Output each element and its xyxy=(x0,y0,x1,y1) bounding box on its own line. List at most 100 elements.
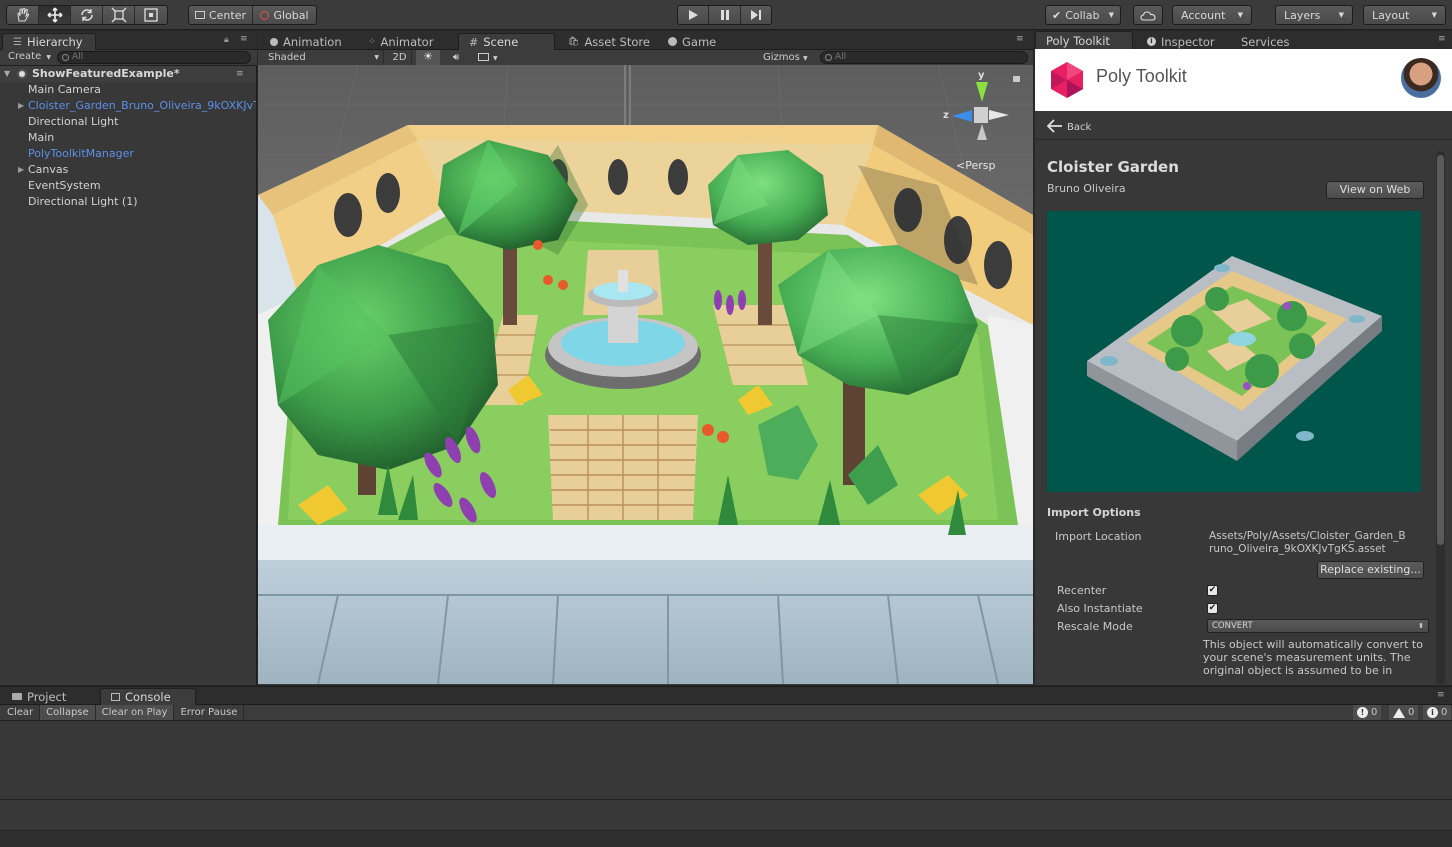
view-on-web-button[interactable]: View on Web xyxy=(1326,181,1424,199)
tab-inspector[interactable]: i Inspector xyxy=(1137,33,1225,50)
also-instantiate-checkbox[interactable]: ✔ xyxy=(1207,603,1218,614)
hierarchy-item[interactable]: Main xyxy=(0,130,256,146)
clear-on-play-toggle[interactable]: Clear on Play xyxy=(95,705,175,720)
panel-menu-icon[interactable]: ≡ xyxy=(240,34,248,44)
also-instantiate-label: Also Instantiate xyxy=(1057,602,1143,615)
console-log-area[interactable] xyxy=(0,722,1452,799)
hierarchy-item[interactable]: Main Camera xyxy=(0,82,256,98)
pivot-mode-button[interactable]: Center xyxy=(189,6,253,24)
pause-button[interactable] xyxy=(709,6,741,24)
scene-root-row[interactable]: ▼ ShowFeaturedExample* ≡ xyxy=(0,66,256,82)
layout-dropdown[interactable]: Layout ▼ xyxy=(1363,5,1446,25)
chevron-down-icon: ▼ xyxy=(1431,11,1437,19)
tab-asset-store[interactable]: 🛍︎ Asset Store xyxy=(558,33,660,50)
effects-dropdown[interactable]: ▼ xyxy=(472,50,504,65)
warning-count-toggle[interactable]: 0 xyxy=(1389,705,1419,720)
hierarchy-item[interactable]: PolyToolkitManager xyxy=(0,146,256,162)
tab-project[interactable]: Project xyxy=(2,688,76,705)
collab-dropdown[interactable]: ✔ Collab ▼ xyxy=(1045,5,1121,25)
recenter-checkbox[interactable]: ✔ xyxy=(1207,585,1218,596)
rotate-tool-button[interactable] xyxy=(71,6,103,24)
create-dropdown[interactable]: Create ▼ xyxy=(8,51,51,62)
tab-poly-toolkit[interactable]: Poly Toolkit xyxy=(1035,31,1133,49)
cloud-button[interactable] xyxy=(1133,5,1163,25)
gizmo-y-axis-icon[interactable] xyxy=(976,82,988,102)
layers-dropdown[interactable]: Layers ▼ xyxy=(1275,5,1353,25)
image-icon xyxy=(478,53,490,61)
cloud-icon xyxy=(1140,10,1156,21)
step-button[interactable] xyxy=(741,6,771,24)
expand-triangle-icon[interactable]: ▶ xyxy=(18,162,24,178)
chevron-down-icon: ▼ xyxy=(1237,11,1243,19)
scene-viewport[interactable]: y z <Persp xyxy=(258,65,1033,684)
hierarchy-item[interactable]: ▶ Cloister_Garden_Bruno_Oliveira_9kOXKJvT… xyxy=(0,98,256,114)
panel-menu-icon[interactable]: ≡ xyxy=(1438,34,1446,44)
bottom-tabbar: Project Console ≡ xyxy=(0,687,1452,705)
2d-toggle[interactable]: 2D xyxy=(388,50,412,65)
hierarchy-item[interactable]: EventSystem xyxy=(0,178,256,194)
tab-game[interactable]: Game xyxy=(658,33,726,50)
import-location-value-line2: runo_Oliveira_9kOXKJvTgKS.asset xyxy=(1209,543,1386,555)
hierarchy-search-input[interactable]: All xyxy=(57,51,251,64)
tab-scene[interactable]: # Scene xyxy=(458,33,555,50)
tab-animation[interactable]: Animation xyxy=(260,33,352,50)
expand-triangle-icon[interactable]: ▼ xyxy=(4,66,10,82)
hierarchy-item[interactable]: Directional Light (1) xyxy=(0,194,256,210)
user-avatar[interactable] xyxy=(1401,58,1441,98)
chevron-down-icon: ▼ xyxy=(374,54,379,61)
poly-brand-title: Poly Toolkit xyxy=(1096,66,1187,86)
hand-tool-button[interactable] xyxy=(7,6,39,24)
panel-menu-icon[interactable]: ≡ xyxy=(1437,690,1445,700)
gizmo-lock-icon[interactable] xyxy=(1013,76,1020,82)
hierarchy-item[interactable]: Directional Light xyxy=(0,114,256,130)
lock-icon[interactable]: 🔒︎ xyxy=(224,35,229,45)
info-count-toggle[interactable]: i 0 xyxy=(1423,705,1452,720)
replace-existing-button[interactable]: Replace existing... xyxy=(1317,561,1424,579)
rect-tool-button[interactable] xyxy=(135,6,167,24)
info-icon: i xyxy=(1147,37,1156,46)
info-icon: i xyxy=(1427,707,1438,718)
move-tool-button[interactable] xyxy=(39,6,71,24)
asset-title: Cloister Garden xyxy=(1047,158,1179,176)
console-detail-area[interactable] xyxy=(0,800,1452,830)
speaker-icon: 🔊︎ xyxy=(452,52,460,63)
projection-toggle[interactable]: <Persp xyxy=(956,159,995,172)
gizmos-dropdown[interactable]: Gizmos ▼ xyxy=(763,50,813,65)
hierarchy-item[interactable]: ▶ Canvas xyxy=(0,162,256,178)
scene-search-input[interactable]: All xyxy=(820,51,1028,64)
clear-button[interactable]: Clear xyxy=(0,705,41,720)
rescale-mode-label: Rescale Mode xyxy=(1057,620,1133,633)
chevron-down-icon: ▼ xyxy=(803,55,808,62)
tab-services[interactable]: Services xyxy=(1231,33,1300,50)
scene-orientation-gizmo[interactable]: y z xyxy=(943,70,1031,160)
gizmo-down-axis-icon[interactable] xyxy=(977,124,987,140)
scene-menu-icon[interactable]: ≡ xyxy=(236,66,244,82)
gizmo-center-cube[interactable] xyxy=(974,107,988,123)
shading-mode-dropdown[interactable]: Shaded ▼ xyxy=(262,50,384,65)
panel-menu-icon[interactable]: ≡ xyxy=(1016,34,1024,44)
play-icon xyxy=(689,10,698,20)
audio-toggle[interactable]: 🔊︎ xyxy=(444,50,468,65)
lighting-toggle[interactable]: ☀ xyxy=(416,50,440,65)
poly-scrollbar[interactable] xyxy=(1436,151,1445,685)
tab-console[interactable]: Console xyxy=(100,688,196,705)
rescale-mode-dropdown[interactable]: CONVERT ⬍ xyxy=(1207,619,1429,633)
scene-toolbar: Shaded ▼ 2D ☀ 🔊︎ ▼ Gizmos ▼ All xyxy=(258,50,1033,66)
gizmo-x-axis-icon[interactable] xyxy=(989,110,1009,120)
gizmo-z-axis-icon[interactable] xyxy=(952,110,972,122)
scrollbar-thumb[interactable] xyxy=(1437,155,1444,545)
error-pause-toggle[interactable]: Error Pause xyxy=(174,705,245,720)
play-button[interactable] xyxy=(678,6,709,24)
hierarchy-item-label: Main xyxy=(28,131,55,144)
back-button[interactable]: Back xyxy=(1047,119,1091,133)
right-tabbar: Poly Toolkit i Inspector Services ≡ xyxy=(1035,31,1452,49)
error-count-toggle[interactable]: ! 0 xyxy=(1353,705,1382,720)
tab-hierarchy[interactable]: ☰ Hierarchy xyxy=(2,33,96,50)
collapse-toggle[interactable]: Collapse xyxy=(40,705,96,720)
expand-triangle-icon[interactable]: ▶ xyxy=(18,98,24,114)
account-dropdown[interactable]: Account ▼ xyxy=(1172,5,1252,25)
poly-toolkit-body: Back Cloister Garden Bruno Oliveira View… xyxy=(1035,111,1452,685)
pivot-rotation-button[interactable]: Global xyxy=(253,6,316,24)
scale-tool-button[interactable] xyxy=(103,6,135,24)
tab-animator[interactable]: ⁘ Animator xyxy=(358,33,443,50)
